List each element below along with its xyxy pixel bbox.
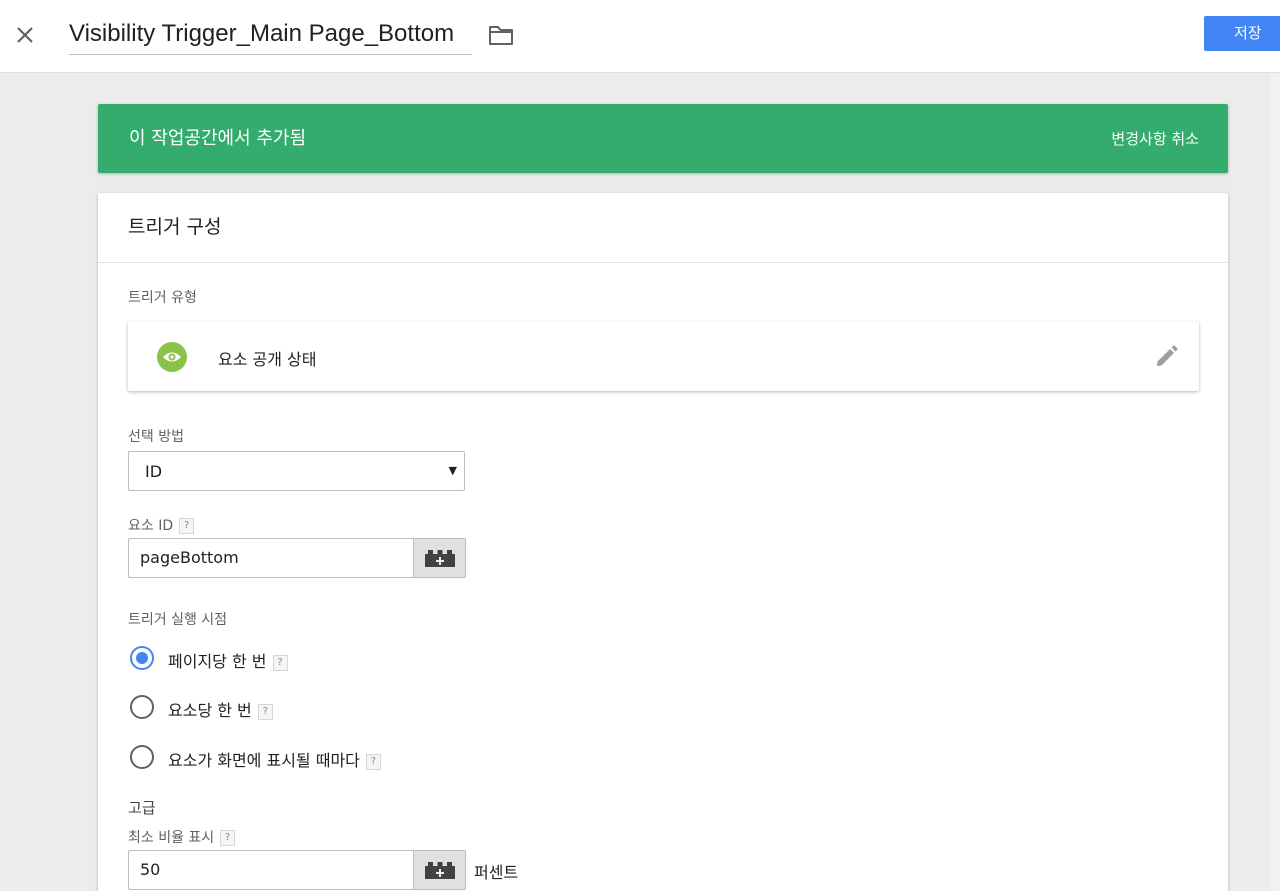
radio-label: 페이지당 한 번? <box>168 648 288 672</box>
radio-label: 요소가 화면에 표시될 때마다? <box>168 747 381 771</box>
element-id-label-text: 요소 ID <box>128 518 174 534</box>
help-icon[interactable]: ? <box>179 518 195 534</box>
save-button[interactable]: 저장 <box>1204 16 1280 51</box>
trigger-configuration-card: 트리거 구성 트리거 유형 요소 공개 상태 선택 방법 ID ▼ 요소 ID?… <box>98 193 1228 891</box>
radio-button[interactable] <box>130 745 154 769</box>
top-bar: Visibility Trigger_Main Page_Bottom 저장 <box>0 0 1280 73</box>
selection-method-label: 선택 방법 <box>128 429 184 445</box>
eye-icon <box>157 342 187 372</box>
radio-label: 요소당 한 번? <box>168 697 273 721</box>
trigger-name-input[interactable]: Visibility Trigger_Main Page_Bottom <box>69 17 472 55</box>
card-title: 트리거 구성 <box>128 216 222 238</box>
radio-button-selected[interactable] <box>130 646 154 670</box>
help-icon[interactable]: ? <box>257 703 273 720</box>
banner-message: 이 작업공간에서 추가됨 <box>129 128 307 149</box>
trigger-type-name: 요소 공개 상태 <box>218 350 317 369</box>
radio-label-text: 요소가 화면에 표시될 때마다 <box>168 751 360 770</box>
trigger-type-label: 트리거 유형 <box>128 290 197 306</box>
fire-when-label: 트리거 실행 시점 <box>128 612 228 628</box>
element-id-input[interactable]: pageBottom <box>128 538 414 578</box>
percent-unit-label: 퍼센트 <box>474 863 519 882</box>
help-icon[interactable]: ? <box>272 654 288 671</box>
advanced-label: 고급 <box>128 799 156 817</box>
radio-label-text: 페이지당 한 번 <box>168 652 267 671</box>
folder-icon[interactable] <box>487 22 515 48</box>
help-icon[interactable]: ? <box>365 753 381 770</box>
min-percent-label-text: 최소 비율 표시 <box>128 830 215 846</box>
close-icon[interactable] <box>12 22 38 48</box>
card-header: 트리거 구성 <box>98 193 1228 263</box>
selection-method-value: ID <box>145 462 163 481</box>
insert-variable-button[interactable] <box>414 538 466 578</box>
revert-changes-link[interactable]: 변경사항 취소 <box>1111 128 1199 149</box>
trigger-type-selector[interactable]: 요소 공개 상태 <box>128 322 1199 391</box>
help-icon[interactable]: ? <box>220 830 236 846</box>
selection-method-select[interactable]: ID ▼ <box>128 451 465 491</box>
radio-label-text: 요소당 한 번 <box>168 701 252 720</box>
pencil-icon[interactable] <box>1153 344 1179 370</box>
scrollbar[interactable] <box>1270 73 1280 891</box>
insert-variable-button[interactable] <box>414 850 466 890</box>
min-percent-label: 최소 비율 표시? <box>128 827 236 847</box>
lego-variable-icon <box>425 550 455 567</box>
lego-variable-icon <box>425 862 455 879</box>
radio-button[interactable] <box>130 695 154 719</box>
min-percent-input[interactable]: 50 <box>128 850 414 890</box>
element-id-label: 요소 ID? <box>128 515 195 535</box>
workspace-status-banner: 이 작업공간에서 추가됨 변경사항 취소 <box>98 104 1228 173</box>
dropdown-caret-icon: ▼ <box>448 464 457 477</box>
